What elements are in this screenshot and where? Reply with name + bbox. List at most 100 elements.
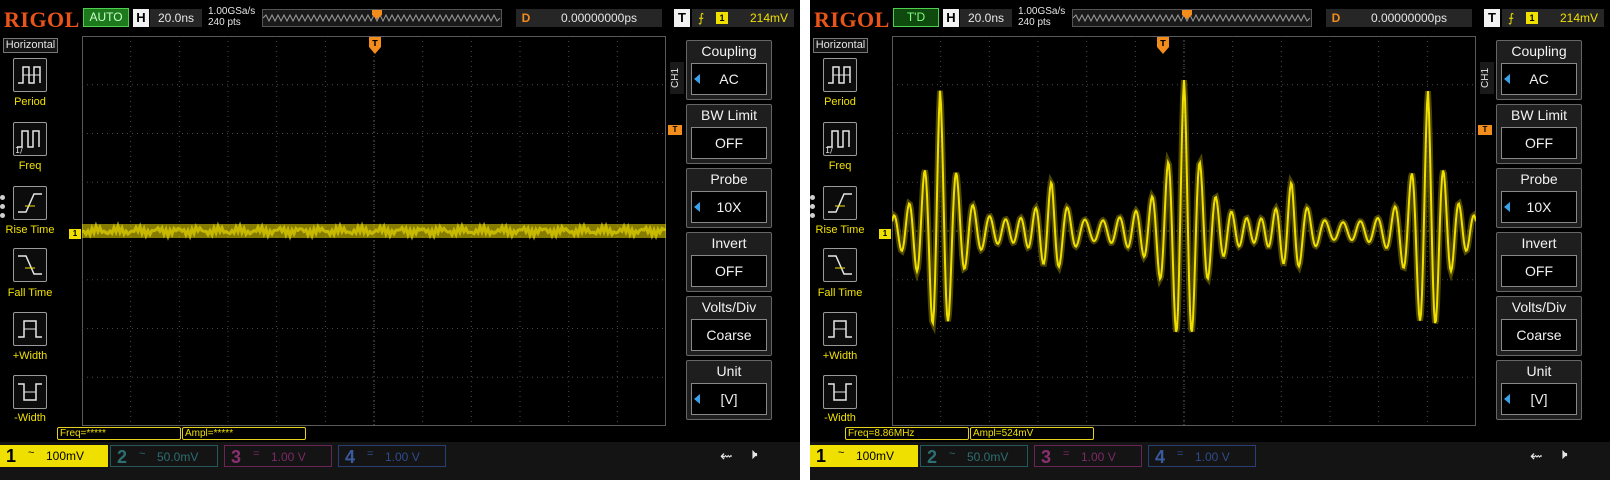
trigger-position-marker[interactable]: T: [1157, 37, 1169, 60]
ch1-menu-tab: CH1: [670, 62, 684, 94]
neg-width-icon[interactable]: [823, 375, 857, 409]
unit-value: [V]: [691, 383, 767, 415]
trigger-source: 1: [716, 12, 728, 24]
ampl-measurement: Ampl=*****: [182, 427, 306, 440]
svg-text:1/: 1/: [825, 146, 833, 155]
speaker-muted-icon[interactable]: 🕨: [1558, 446, 1567, 463]
coupling-value: AC: [1501, 63, 1577, 95]
left-arrow-icon: [1504, 202, 1510, 212]
fall-time-label: Fall Time: [7, 287, 53, 299]
pos-width-label: +Width: [12, 350, 48, 362]
fall-time-icon[interactable]: [823, 248, 857, 282]
ch1-coupling: ~: [838, 447, 845, 459]
bw-limit-softkey[interactable]: BW Limit OFF: [686, 104, 772, 164]
ch2-coupling: ~: [139, 448, 146, 460]
delay-label: D: [516, 9, 536, 27]
ch4-number: 4: [1154, 447, 1165, 467]
trigger-readout[interactable]: ⨍ 1 214mV: [692, 9, 794, 27]
trigger-position-marker[interactable]: T: [369, 37, 381, 60]
run-status-badge[interactable]: AUTO: [83, 8, 129, 27]
invert-softkey[interactable]: Invert OFF: [1496, 232, 1582, 292]
ch1-coupling: ~: [28, 447, 35, 459]
ch4-status[interactable]: 4 = 1.00 V: [338, 445, 446, 467]
timebase-value[interactable]: 20.0ns: [960, 9, 1012, 27]
invert-softkey[interactable]: Invert OFF: [686, 232, 772, 292]
coupling-softkey[interactable]: Coupling AC: [1496, 40, 1582, 100]
rising-edge-icon: ⨍: [1508, 11, 1515, 25]
ch1-scale: 100mV: [46, 449, 85, 463]
timebase-value[interactable]: 20.0ns: [150, 9, 202, 27]
menu-page-dot: [810, 213, 815, 218]
ch4-status[interactable]: 4 = 1.00 V: [1148, 445, 1256, 467]
ch2-status[interactable]: 2 ~ 50.0mV: [110, 445, 218, 467]
probe-softkey[interactable]: Probe 10X: [1496, 168, 1582, 228]
freq-icon[interactable]: 1/: [823, 122, 857, 156]
unit-softkey[interactable]: Unit [V]: [686, 360, 772, 420]
delay-value[interactable]: 0.00000000ps: [1346, 9, 1472, 27]
waveform-display[interactable]: [892, 36, 1476, 426]
svg-text:T: T: [372, 39, 378, 48]
bw-limit-softkey[interactable]: BW Limit OFF: [1496, 104, 1582, 164]
ch2-number: 2: [116, 447, 127, 467]
probe-value: 10X: [691, 191, 767, 223]
ch2-status[interactable]: 2 ~ 50.0mV: [920, 445, 1028, 467]
bw-limit-value: OFF: [691, 127, 767, 159]
memory-depth: 240 pts: [208, 17, 241, 28]
volts-div-value: Coarse: [691, 319, 767, 351]
freq-label: Freq: [828, 160, 852, 172]
coupling-title: Coupling: [701, 43, 757, 59]
ch1-status[interactable]: 1 ~ 100mV: [810, 445, 918, 467]
ch1-scale: 100mV: [856, 449, 895, 463]
neg-width-icon[interactable]: [13, 375, 47, 409]
ch1-offset-marker[interactable]: 1: [69, 229, 81, 239]
period-icon[interactable]: [823, 58, 857, 92]
coupling-value: AC: [691, 63, 767, 95]
sample-rate-readout: 1.00GSa/s 240 pts: [208, 6, 255, 28]
freq-icon[interactable]: 1/: [13, 122, 47, 156]
rigol-logo: RIGOL: [4, 7, 80, 32]
trigger-label: T: [674, 9, 690, 27]
fall-time-icon[interactable]: [13, 248, 47, 282]
volts-div-softkey[interactable]: Volts/Div Coarse: [686, 296, 772, 356]
pos-width-icon[interactable]: [13, 312, 47, 346]
trigger-label: T: [1484, 9, 1500, 27]
svg-text:1/: 1/: [15, 146, 23, 155]
ch1-status[interactable]: 1 ~ 100mV: [0, 445, 108, 467]
ampl-measurement: Ampl=524mV: [970, 427, 1094, 440]
invert-title: Invert: [1521, 235, 1557, 251]
volts-div-softkey[interactable]: Volts/Div Coarse: [1496, 296, 1582, 356]
ch3-status[interactable]: 3 = 1.00 V: [224, 445, 332, 467]
probe-softkey[interactable]: Probe 10X: [686, 168, 772, 228]
left-arrow-icon: [1504, 394, 1510, 404]
usb-icon: ⇜: [720, 448, 733, 465]
trigger-readout[interactable]: ⨍ 1 214mV: [1502, 9, 1604, 27]
scope-screen-right: RIGOL T'D H 20.0ns 1.00GSa/s 240 pts D 0…: [810, 0, 1610, 480]
fall-time-label: Fall Time: [817, 287, 863, 299]
ch3-status[interactable]: 3 = 1.00 V: [1034, 445, 1142, 467]
unit-softkey[interactable]: Unit [V]: [1496, 360, 1582, 420]
ch3-scale: 1.00 V: [1081, 450, 1116, 464]
delay-value[interactable]: 0.00000000ps: [536, 9, 662, 27]
unit-title: Unit: [1526, 363, 1552, 379]
speaker-muted-icon[interactable]: 🕨: [748, 446, 757, 463]
pos-width-icon[interactable]: [823, 312, 857, 346]
period-icon[interactable]: [13, 58, 47, 92]
graticule: [892, 36, 1476, 426]
ch4-coupling: =: [1177, 448, 1184, 460]
coupling-softkey[interactable]: Coupling AC: [686, 40, 772, 100]
rise-time-icon[interactable]: [823, 186, 857, 220]
ch3-coupling: =: [253, 448, 260, 460]
rigol-logo: RIGOL: [814, 7, 890, 32]
volts-div-value: Coarse: [1501, 319, 1577, 351]
run-status-badge[interactable]: T'D: [893, 8, 939, 27]
trigger-level-marker[interactable]: T: [1478, 125, 1492, 135]
trigger-level-marker[interactable]: T: [668, 125, 682, 135]
waveform-display[interactable]: [82, 36, 666, 426]
ch1-offset-marker[interactable]: 1: [879, 229, 891, 239]
probe-title: Probe: [1520, 171, 1558, 187]
rise-time-icon[interactable]: [13, 186, 47, 220]
ch1-number: 1: [815, 446, 826, 466]
volts-div-title: Volts/Div: [701, 299, 757, 315]
freq-measurement: Freq=8.86MHz: [845, 427, 969, 440]
bw-limit-title: BW Limit: [1511, 107, 1567, 123]
